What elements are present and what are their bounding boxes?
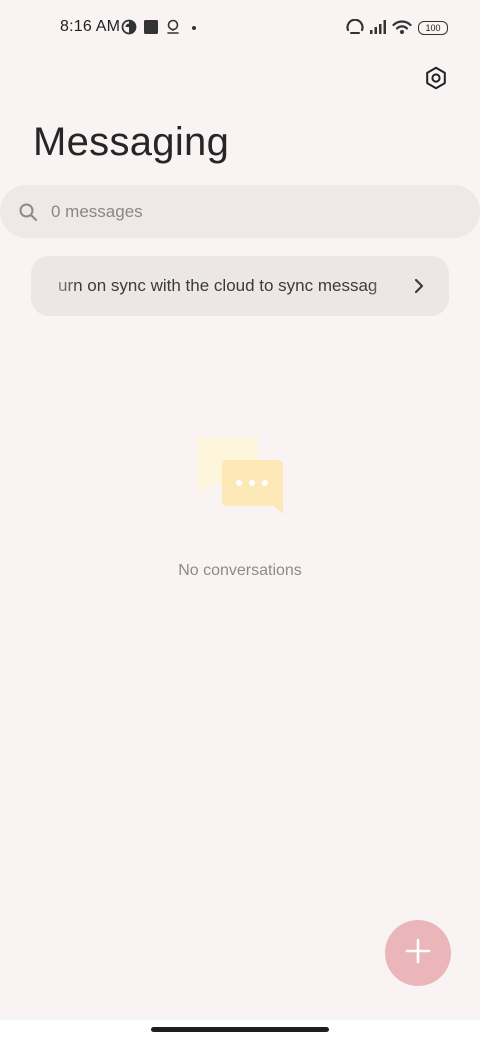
chat-bubbles-icon (194, 436, 286, 518)
search-input[interactable] (51, 201, 431, 222)
settings-button[interactable] (420, 64, 452, 96)
new-conversation-button[interactable] (385, 920, 451, 986)
wifi-icon (392, 19, 412, 35)
plus-icon (405, 938, 431, 969)
sync-banner[interactable]: urn on sync with the cloud to sync messa… (31, 256, 449, 316)
battery-icon: 100 (418, 21, 448, 35)
signal-icon (369, 19, 387, 35)
square-icon (143, 19, 159, 35)
search-bar[interactable] (0, 185, 480, 238)
status-time: 8:16 AM (60, 18, 121, 35)
chevron-right-icon (411, 278, 427, 294)
home-indicator[interactable] (151, 1027, 329, 1032)
sync-banner-text: urn on sync with the cloud to sync messa… (58, 276, 378, 295)
location-pin-icon (165, 19, 181, 35)
settings-icon (424, 66, 448, 95)
empty-state-text: No conversations (178, 562, 302, 579)
page-title: Messaging (33, 120, 230, 164)
search-icon (18, 202, 38, 222)
status-bar: 8:16 AM 100 (0, 0, 480, 56)
dot-icon (192, 26, 196, 30)
hotspot-icon (345, 18, 365, 35)
circle-half-icon (121, 19, 137, 35)
